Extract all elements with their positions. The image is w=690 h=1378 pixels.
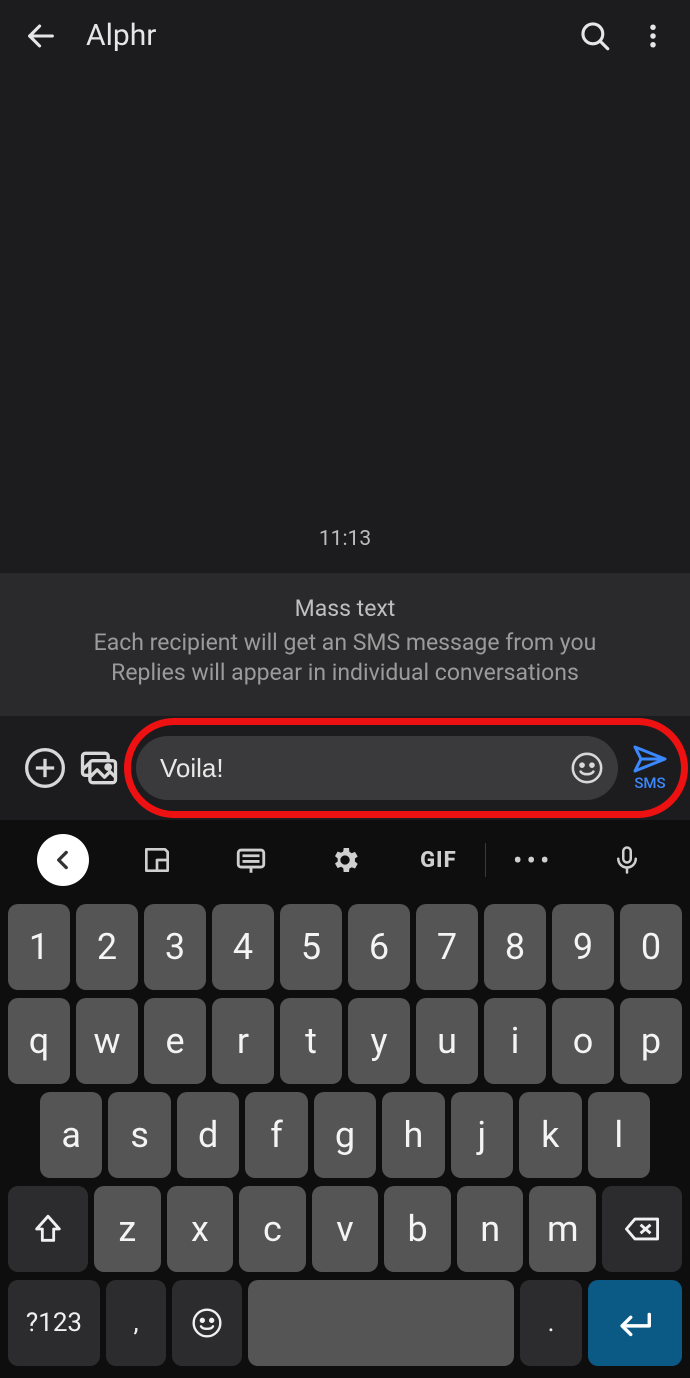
key-2[interactable]: 2 xyxy=(76,904,138,990)
key-e[interactable]: e xyxy=(144,998,206,1084)
keyboard-more-button[interactable]: ••• xyxy=(486,844,580,877)
key-a[interactable]: a xyxy=(40,1092,102,1178)
key-3[interactable]: 3 xyxy=(144,904,206,990)
key-p[interactable]: p xyxy=(620,998,682,1084)
send-mode-label: SMS xyxy=(634,774,665,792)
conversation-area[interactable]: 11:13 Mass text Each recipient will get … xyxy=(0,71,690,716)
notice-title: Mass text xyxy=(24,595,666,622)
key-6[interactable]: 6 xyxy=(348,904,410,990)
keyboard-toolbar: GIF ••• xyxy=(6,830,684,896)
period-key[interactable]: . xyxy=(520,1280,582,1366)
key-d[interactable]: d xyxy=(177,1092,239,1178)
emoji-picker-button[interactable] xyxy=(570,751,604,785)
symbols-key[interactable]: ?123 xyxy=(8,1280,100,1366)
key-r[interactable]: r xyxy=(212,998,274,1084)
key-f[interactable]: f xyxy=(245,1092,307,1178)
gif-button[interactable]: GIF xyxy=(391,848,485,873)
key-row-bottom: ?123 , . xyxy=(6,1280,684,1366)
app-header: Alphr xyxy=(0,0,690,71)
key-w[interactable]: w xyxy=(76,998,138,1084)
add-attachment-button[interactable] xyxy=(18,741,72,795)
message-timestamp: 11:13 xyxy=(0,517,690,573)
backspace-key[interactable] xyxy=(602,1186,682,1272)
key-row-4: zxcvbnm xyxy=(6,1186,684,1272)
soft-keyboard: GIF ••• 1234567890 qwertyuiop asdfghjkl … xyxy=(0,820,690,1378)
key-n[interactable]: n xyxy=(457,1186,524,1272)
keyboard-settings-button[interactable] xyxy=(298,844,392,876)
notice-line-1: Each recipient will get an SMS message f… xyxy=(24,628,666,658)
search-button[interactable] xyxy=(578,19,612,53)
key-o[interactable]: o xyxy=(552,998,614,1084)
key-m[interactable]: m xyxy=(529,1186,596,1272)
message-input-pill xyxy=(136,736,618,800)
key-c[interactable]: c xyxy=(239,1186,306,1272)
keyboard-collapse-button[interactable] xyxy=(16,834,110,886)
key-x[interactable]: x xyxy=(167,1186,234,1272)
key-row-1: 1234567890 xyxy=(6,904,684,990)
shift-key[interactable] xyxy=(8,1186,88,1272)
send-button[interactable]: SMS xyxy=(632,744,668,792)
comma-key[interactable]: , xyxy=(106,1280,166,1366)
notice-line-2: Replies will appear in individual conver… xyxy=(24,658,666,688)
mass-text-notice: Mass text Each recipient will get an SMS… xyxy=(0,573,690,716)
key-l[interactable]: l xyxy=(588,1092,650,1178)
chevron-left-icon xyxy=(37,834,89,886)
gallery-button[interactable] xyxy=(72,741,126,795)
compose-pill-container: SMS xyxy=(136,736,678,800)
conversation-title[interactable]: Alphr xyxy=(86,18,578,53)
key-v[interactable]: v xyxy=(312,1186,379,1272)
key-0[interactable]: 0 xyxy=(620,904,682,990)
key-g[interactable]: g xyxy=(314,1092,376,1178)
key-u[interactable]: u xyxy=(416,998,478,1084)
key-7[interactable]: 7 xyxy=(416,904,478,990)
key-b[interactable]: b xyxy=(384,1186,451,1272)
key-y[interactable]: y xyxy=(348,998,410,1084)
key-9[interactable]: 9 xyxy=(552,904,614,990)
key-row-3: asdfghjkl xyxy=(6,1092,684,1178)
enter-key[interactable] xyxy=(588,1280,682,1366)
key-j[interactable]: j xyxy=(451,1092,513,1178)
key-i[interactable]: i xyxy=(484,998,546,1084)
key-t[interactable]: t xyxy=(280,998,342,1084)
back-button[interactable] xyxy=(24,19,58,53)
message-input[interactable] xyxy=(160,753,560,784)
more-options-button[interactable] xyxy=(638,19,668,53)
voice-input-button[interactable] xyxy=(580,843,674,877)
compose-bar: SMS xyxy=(0,716,690,820)
key-s[interactable]: s xyxy=(108,1092,170,1178)
key-q[interactable]: q xyxy=(8,998,70,1084)
sticker-button[interactable] xyxy=(110,844,204,876)
key-h[interactable]: h xyxy=(382,1092,444,1178)
key-z[interactable]: z xyxy=(94,1186,161,1272)
messages-app: Alphr 11:13 Mass text Each recipient wil… xyxy=(0,0,690,1378)
key-1[interactable]: 1 xyxy=(8,904,70,990)
key-8[interactable]: 8 xyxy=(484,904,546,990)
emoji-key[interactable] xyxy=(172,1280,242,1366)
clipboard-button[interactable] xyxy=(204,843,298,877)
key-k[interactable]: k xyxy=(519,1092,581,1178)
key-4[interactable]: 4 xyxy=(212,904,274,990)
key-row-2: qwertyuiop xyxy=(6,998,684,1084)
key-5[interactable]: 5 xyxy=(280,904,342,990)
space-key[interactable] xyxy=(248,1280,514,1366)
